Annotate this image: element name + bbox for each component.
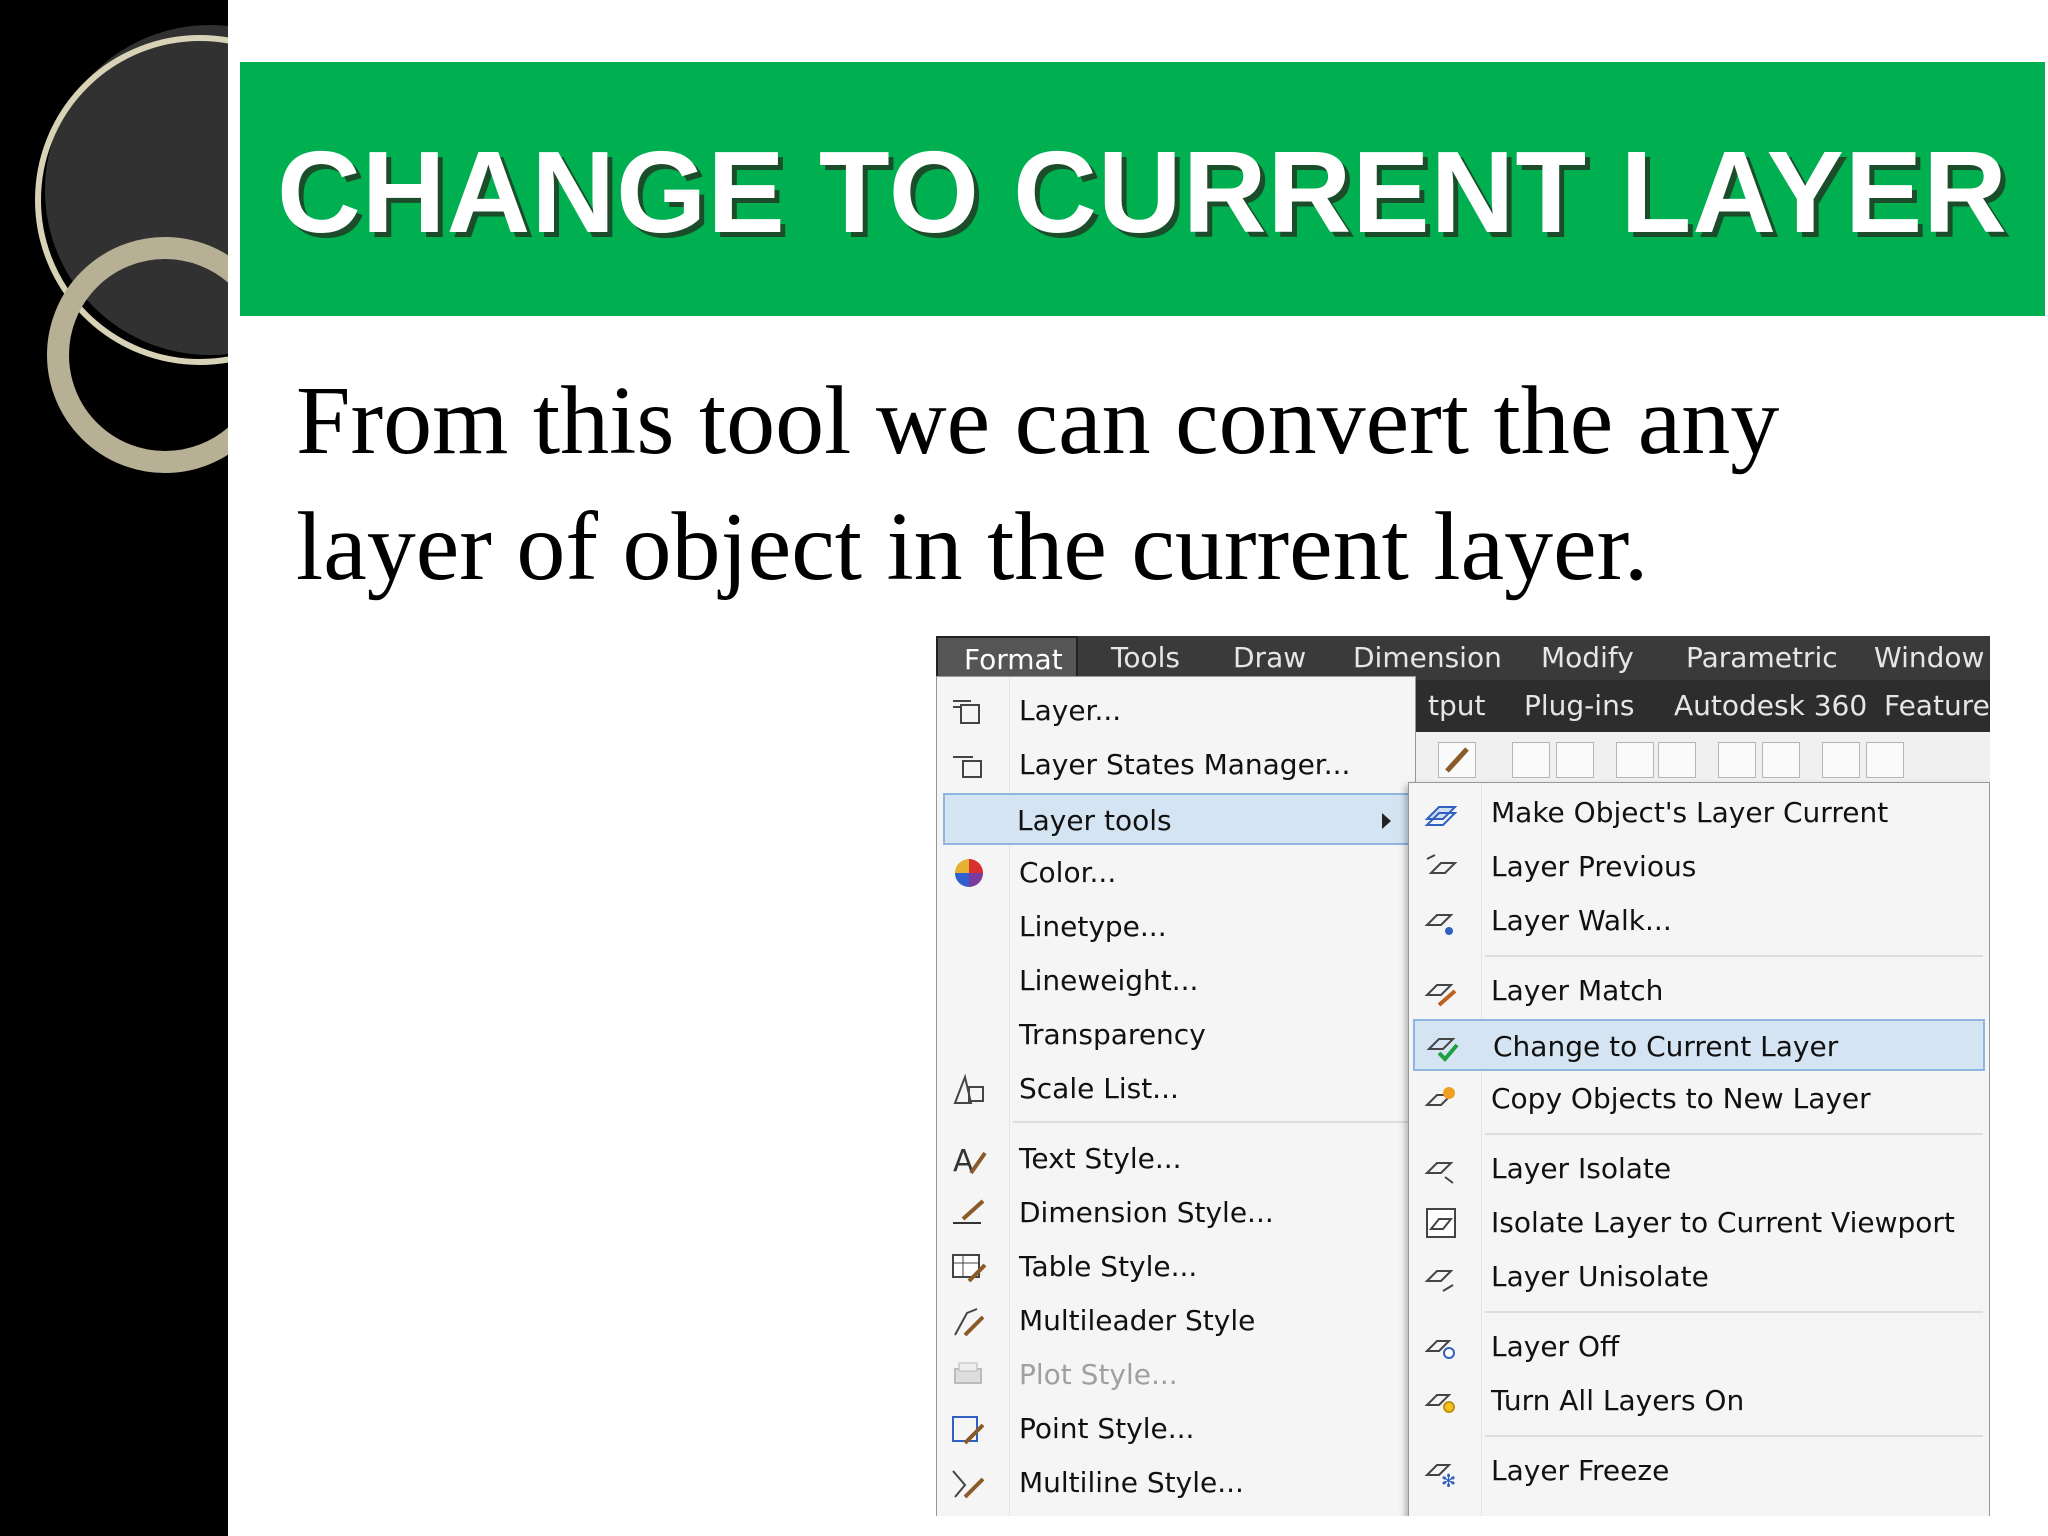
layer-tool-icon[interactable] <box>1822 742 1860 778</box>
menu-parametric[interactable]: Parametric <box>1686 636 1838 680</box>
menu-dimension[interactable]: Dimension <box>1353 636 1502 680</box>
menu-item-layer-match[interactable]: Layer Match <box>1413 965 1985 1017</box>
body-line-1: From this tool we can convert the any <box>296 367 1780 475</box>
ribbon-tab-featured[interactable]: Featured <box>1884 680 1990 732</box>
dimension-style-icon <box>953 1199 985 1224</box>
layer-match-icon <box>1424 984 1457 1007</box>
menu-item-layer-off[interactable]: Layer Off <box>1413 1321 1985 1373</box>
menu-item-turn-all-layers-on[interactable]: Turn All Layers On <box>1413 1375 1985 1427</box>
brush-icon[interactable] <box>1438 742 1476 778</box>
menu-item-change-to-current-layer[interactable]: Change to Current Layer <box>1413 1019 1985 1071</box>
submenu-arrow-icon <box>1382 813 1391 829</box>
menu-item-color[interactable]: Color... <box>941 847 1411 899</box>
ribbon-tab-autodesk360[interactable]: Autodesk 360 <box>1674 680 1867 732</box>
menu-item-layer-isolate[interactable]: Layer Isolate <box>1413 1143 1985 1195</box>
layer-off-icon <box>1424 1340 1455 1359</box>
menu-item-point-style[interactable]: Point Style... <box>941 1403 1411 1455</box>
autocad-menu-screenshot: Format Tools Draw Dimension Modify Param… <box>936 636 1990 1516</box>
menu-item-scale-list[interactable]: Scale List... <box>941 1063 1411 1115</box>
decorative-rings <box>35 25 228 473</box>
plot-style-icon <box>954 1362 982 1384</box>
menu-item-layer-tools[interactable]: Layer tools <box>943 793 1411 845</box>
menu-item-multiline-style[interactable]: Multiline Style... <box>941 1457 1411 1509</box>
ribbon-tab-output[interactable]: tput <box>1428 680 1485 732</box>
layer-tool-icon[interactable] <box>1718 742 1756 778</box>
slide-title: CHANGE TO CURRENT LAYER <box>277 127 2008 257</box>
change-to-current-icon <box>1426 1038 1459 1062</box>
layer-tool-icon[interactable] <box>1762 742 1800 778</box>
layer-states-icon <box>953 756 982 778</box>
ribbon-tab-plugins[interactable]: Plug-ins <box>1524 680 1634 732</box>
menu-item-layer-states[interactable]: Layer States Manager... <box>941 739 1411 791</box>
make-current-icon <box>1424 806 1458 826</box>
format-menu: Layer... Layer States Manager... Layer t… <box>936 676 1416 1516</box>
multiline-style-icon <box>952 1470 985 1499</box>
layer-unisolate-icon <box>1424 1270 1454 1292</box>
layer-freeze-icon: ✻ <box>1424 1464 1456 1487</box>
svg-text:✻: ✻ <box>1441 1471 1456 1487</box>
table-style-icon <box>952 1254 987 1283</box>
layer-walk-icon <box>1424 914 1454 935</box>
isolate-viewport-icon <box>1426 1208 1456 1238</box>
layer-tool-icon[interactable] <box>1512 742 1550 778</box>
color-wheel-icon <box>955 859 983 887</box>
menu-item-layer-walk[interactable]: Layer Walk... <box>1413 895 1985 947</box>
menu-item-transparency[interactable]: Transparency <box>941 1009 1411 1061</box>
menu-bar: Format Tools Draw Dimension Modify Param… <box>936 636 1990 680</box>
menu-item-make-layer-current[interactable]: Make Object's Layer Current <box>1413 787 1985 839</box>
point-style-icon <box>952 1416 985 1445</box>
menu-item-linetype[interactable]: Linetype... <box>941 901 1411 953</box>
menu-item-copy-objects-new-layer[interactable]: Copy Objects to New Layer <box>1413 1073 1985 1125</box>
menu-item-layer-previous[interactable]: Layer Previous <box>1413 841 1985 893</box>
menu-item-layer-unisolate[interactable]: Layer Unisolate <box>1413 1251 1985 1303</box>
text-style-icon: A <box>953 1144 987 1175</box>
layer-tool-icon[interactable] <box>1616 742 1654 778</box>
copy-to-new-layer-icon <box>1424 1087 1455 1106</box>
menu-item-table-style[interactable]: Table Style... <box>941 1241 1411 1293</box>
scale-list-icon <box>953 1073 984 1104</box>
layer-tool-icon[interactable] <box>1866 742 1904 778</box>
title-banner: CHANGE TO CURRENT LAYER <box>240 62 2045 316</box>
menu-window[interactable]: Window <box>1874 636 1984 680</box>
layer-tool-icon[interactable] <box>1658 742 1696 778</box>
slide-body-text: From this tool we can convert the any la… <box>296 358 1996 610</box>
layer-properties-icon <box>953 700 980 724</box>
menu-format[interactable]: Format <box>936 636 1078 680</box>
menu-item-isolate-layer-viewport[interactable]: Isolate Layer to Current Viewport <box>1413 1197 1985 1249</box>
menu-modify[interactable]: Modify <box>1541 636 1634 680</box>
menu-item-text-style[interactable]: A Text Style... <box>941 1133 1411 1185</box>
layer-previous-icon <box>1426 854 1458 874</box>
layer-isolate-icon <box>1424 1162 1454 1184</box>
menu-item-layer[interactable]: Layer... <box>941 685 1411 737</box>
menu-item-plot-style[interactable]: Plot Style... <box>941 1349 1411 1401</box>
layer-tool-icon[interactable] <box>1556 742 1594 778</box>
menu-tools[interactable]: Tools <box>1111 636 1180 680</box>
layers-on-icon <box>1424 1394 1455 1413</box>
menu-item-dimension-style[interactable]: Dimension Style... <box>941 1187 1411 1239</box>
menu-item-lineweight[interactable]: Lineweight... <box>941 955 1411 1007</box>
decorative-side-strip <box>0 0 228 1536</box>
layer-tools-submenu: Make Object's Layer Current Layer Previo… <box>1408 782 1990 1516</box>
body-line-2: layer of object in the current layer. <box>296 493 1649 601</box>
menu-item-multileader-style[interactable]: Multileader Style <box>941 1295 1411 1347</box>
menu-draw[interactable]: Draw <box>1233 636 1306 680</box>
menu-item-layer-freeze[interactable]: ✻ Layer Freeze <box>1413 1445 1985 1497</box>
multileader-style-icon <box>954 1308 985 1337</box>
